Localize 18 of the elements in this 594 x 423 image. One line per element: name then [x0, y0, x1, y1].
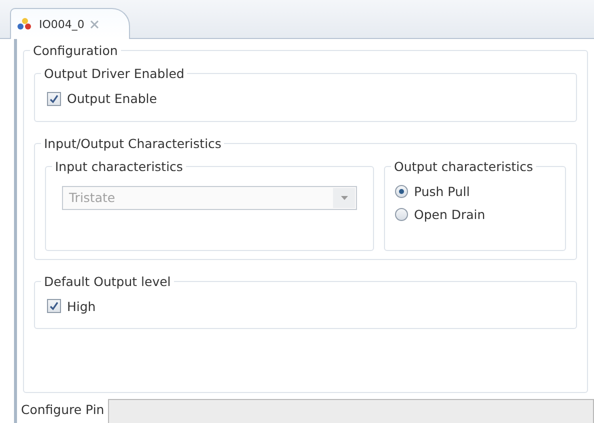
group-legend: Input characteristics [52, 158, 186, 174]
colored-dots-icon [17, 18, 33, 30]
group-legend: Output Driver Enabled [41, 66, 188, 81]
group-legend: Default Output level [41, 274, 174, 288]
radio-option[interactable]: Push Pull [395, 184, 470, 198]
checkbox-box[interactable] [47, 92, 61, 106]
editor-tab[interactable]: IO004_0 [10, 8, 130, 39]
checkbox-box[interactable] [47, 299, 61, 313]
radio-option[interactable]: Open Drain [395, 206, 486, 222]
radio-button[interactable] [395, 184, 408, 198]
radio-button[interactable] [395, 208, 408, 220]
checkbox[interactable]: Output Enable [47, 91, 157, 106]
group-legend: Configuration [30, 43, 121, 58]
group-legend: Output characteristics [391, 158, 536, 174]
checkbox[interactable]: High [47, 298, 96, 314]
dropdown-arrow-icon [340, 196, 348, 200]
group-legend: Input/Output Characteristics [41, 136, 224, 150]
tab-label: IO004_0 [39, 18, 84, 30]
